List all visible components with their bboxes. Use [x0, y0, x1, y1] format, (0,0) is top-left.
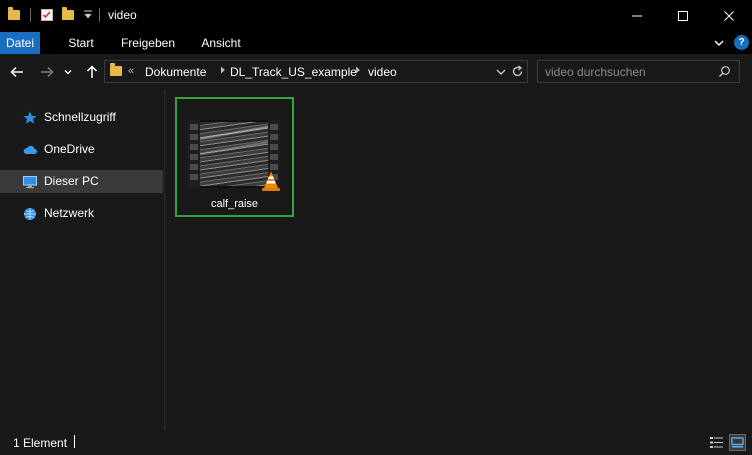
status-bar	[0, 430, 752, 455]
vlc-cone-icon	[260, 170, 282, 192]
sidebar-item-label: Schnellzugriff	[44, 110, 116, 124]
new-folder-icon[interactable]	[62, 7, 76, 22]
tab-datei[interactable]: Datei	[0, 32, 40, 54]
back-button[interactable]	[7, 62, 27, 82]
tab-ansicht[interactable]: Ansicht	[192, 32, 250, 54]
up-button[interactable]	[82, 62, 102, 82]
divider	[99, 8, 100, 22]
sidebar-item-onedrive[interactable]: OneDrive	[0, 138, 163, 161]
breadcrumb-video[interactable]: video	[368, 65, 397, 79]
divider	[30, 8, 31, 22]
close-button[interactable]	[706, 0, 752, 32]
minimize-button[interactable]	[614, 0, 660, 32]
window-title: video	[108, 8, 137, 22]
sidebar-item-label: Netzwerk	[44, 206, 95, 220]
sidebar-item-dieser-pc[interactable]: Dieser PC	[0, 170, 163, 193]
forward-button[interactable]	[37, 62, 57, 82]
expand-ribbon-icon[interactable]	[712, 36, 726, 50]
address-dropdown-icon[interactable]	[495, 66, 507, 78]
sidebar-item-netzwerk[interactable]: Netzwerk	[0, 202, 163, 225]
star-icon	[22, 110, 38, 126]
breadcrumb-dl-track-us-example[interactable]: DL_Track_US_example	[230, 65, 357, 79]
search-placeholder: video durchsuchen	[545, 65, 646, 79]
breadcrumb-chevron-icon[interactable]	[354, 65, 362, 78]
tab-freigeben[interactable]: Freigeben	[113, 32, 183, 54]
maximize-button[interactable]	[660, 0, 706, 32]
breadcrumb-overflow[interactable]: «	[128, 65, 134, 77]
file-name: calf_raise	[210, 198, 259, 210]
status-divider	[74, 435, 75, 448]
sidebar-item-label: OneDrive	[44, 142, 95, 156]
details-view-button[interactable]	[708, 434, 725, 451]
folder-icon[interactable]	[8, 7, 22, 22]
search-icon[interactable]	[718, 65, 731, 78]
customize-quick-access-icon[interactable]	[83, 9, 97, 23]
sidebar-item-label: Dieser PC	[44, 174, 99, 188]
breadcrumb-chevron-icon[interactable]	[219, 65, 227, 78]
breadcrumb-dokumente[interactable]: Dokumente	[145, 65, 206, 79]
file-item[interactable]: calf_raise	[175, 97, 294, 217]
folder-icon	[110, 63, 124, 78]
filmstrip-left	[188, 120, 200, 188]
properties-icon[interactable]	[40, 8, 54, 22]
help-icon[interactable]: ?	[734, 35, 749, 50]
refresh-icon[interactable]	[511, 65, 524, 78]
large-icons-view-button[interactable]	[729, 434, 746, 451]
ultrasound-preview-image	[200, 122, 268, 186]
recent-locations-dropdown[interactable]	[61, 62, 75, 82]
sidebar-item-schnellzugriff[interactable]: Schnellzugriff	[0, 106, 163, 129]
computer-icon	[22, 174, 38, 190]
network-icon	[22, 206, 38, 222]
tab-start[interactable]: Start	[57, 32, 105, 54]
cloud-icon	[22, 142, 38, 158]
search-input[interactable]: video durchsuchen	[537, 60, 740, 83]
item-count: 1 Element	[13, 436, 68, 450]
